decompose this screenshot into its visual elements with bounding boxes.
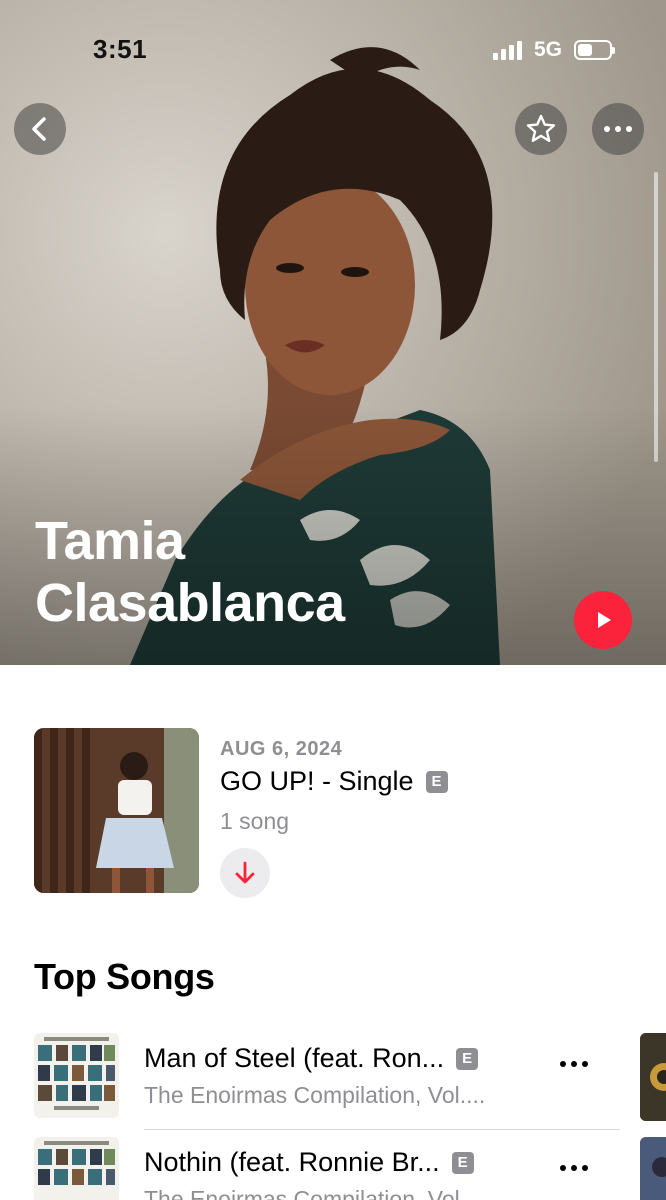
ellipsis-icon bbox=[560, 1165, 588, 1171]
more-options-button[interactable] bbox=[592, 103, 644, 155]
play-icon bbox=[598, 612, 611, 628]
download-button[interactable] bbox=[220, 848, 270, 898]
battery-level bbox=[578, 44, 592, 56]
peek-cover-image bbox=[640, 1137, 666, 1200]
battery-icon bbox=[574, 40, 615, 60]
favorite-button[interactable] bbox=[515, 103, 567, 155]
next-column-artwork[interactable] bbox=[640, 1033, 666, 1121]
status-indicators: 5G bbox=[492, 38, 615, 62]
artist-name-line1: Tamia bbox=[35, 511, 185, 571]
song-more-button[interactable] bbox=[560, 1165, 588, 1171]
song-title-text: Nothin (feat. Ronnie Br... bbox=[144, 1147, 440, 1177]
song-artwork bbox=[34, 1137, 119, 1200]
song-title: Nothin (feat. Ronnie Br... E bbox=[144, 1147, 474, 1178]
song-row[interactable]: Nothin (feat. Ronnie Br... E The Enoirma… bbox=[34, 1137, 666, 1200]
explicit-badge: E bbox=[451, 1151, 474, 1174]
song-title: Man of Steel (feat. Ron... E bbox=[144, 1043, 479, 1074]
release-date: AUG 6, 2024 bbox=[220, 738, 343, 760]
chevron-left-icon bbox=[32, 117, 46, 141]
play-button[interactable] bbox=[574, 591, 632, 649]
release-artwork[interactable] bbox=[34, 728, 199, 893]
peek-cover-image bbox=[640, 1033, 666, 1121]
status-bar: 3:51 5G bbox=[0, 0, 666, 100]
ellipsis-icon bbox=[604, 126, 632, 132]
artist-hero: 3:51 5G Tamia Clasablanca bbox=[0, 0, 666, 665]
release-cover-image bbox=[34, 728, 199, 893]
compilation-cover-image bbox=[34, 1033, 119, 1118]
scroll-indicator bbox=[654, 172, 658, 462]
song-artwork bbox=[34, 1033, 119, 1118]
artist-name: Tamia Clasablanca bbox=[35, 510, 555, 634]
release-title-text: GO UP! - Single bbox=[220, 766, 414, 796]
song-title-text: Man of Steel (feat. Ron... bbox=[144, 1043, 445, 1073]
release-song-count: 1 song bbox=[220, 808, 290, 834]
song-album: The Enoirmas Compilation, Vol... bbox=[144, 1186, 479, 1200]
artist-name-line2: Clasablanca bbox=[35, 573, 345, 633]
release-title[interactable]: GO UP! - Single E bbox=[220, 766, 448, 797]
network-type: 5G bbox=[533, 38, 562, 61]
row-divider bbox=[144, 1129, 620, 1130]
ellipsis-icon bbox=[560, 1061, 588, 1067]
next-column-artwork[interactable] bbox=[640, 1137, 666, 1200]
song-album: The Enoirmas Compilation, Vol.... bbox=[144, 1082, 486, 1108]
signal-icon bbox=[492, 40, 522, 60]
status-time: 3:51 bbox=[93, 34, 148, 64]
latest-release[interactable]: AUG 6, 2024 GO UP! - Single E 1 song bbox=[34, 728, 634, 900]
explicit-badge: E bbox=[425, 770, 448, 793]
top-songs-heading[interactable]: Top Songs bbox=[34, 956, 215, 998]
star-icon bbox=[526, 114, 556, 142]
compilation-cover-image bbox=[34, 1137, 119, 1200]
explicit-badge: E bbox=[456, 1047, 479, 1070]
arrow-down-icon bbox=[235, 861, 255, 884]
song-more-button[interactable] bbox=[560, 1061, 588, 1067]
song-row[interactable]: Man of Steel (feat. Ron... E The Enoirma… bbox=[34, 1033, 666, 1133]
back-button[interactable] bbox=[14, 103, 66, 155]
